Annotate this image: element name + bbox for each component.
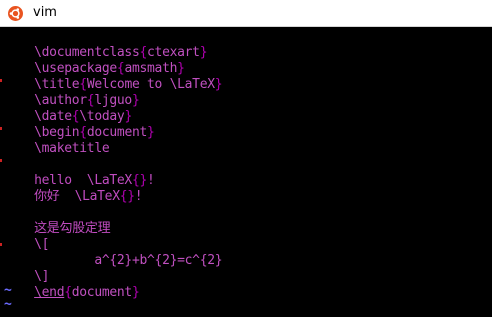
latex-command: \maketitle: [34, 141, 110, 156]
window-title: vim: [33, 5, 57, 20]
gutter-marker: [0, 127, 2, 130]
gutter-marker: [0, 159, 2, 162]
code-line[interactable]: \title{Welcome to \LaTeX}: [4, 61, 222, 92]
brace: }: [147, 125, 155, 140]
code-line[interactable]: hello \LaTeX{}!: [4, 157, 155, 188]
gutter-marker: [0, 243, 2, 246]
code-line[interactable]: a^{2}+b^{2}=c^{2}: [4, 237, 222, 268]
code-line[interactable]: \begin{document}: [4, 109, 155, 140]
code-line[interactable]: \documentclass{ctexart}: [4, 29, 207, 60]
code-line[interactable]: 你好 \LaTeX{}!: [4, 173, 143, 204]
empty-line-tilde: ~: [4, 297, 12, 312]
math-expression: a^{2}+b^{2}=c^{2}: [34, 253, 223, 268]
code-line[interactable]: \maketitle: [4, 125, 110, 156]
code-line[interactable]: 这是勾股定理: [4, 205, 111, 236]
brace: }: [199, 45, 208, 60]
code-line[interactable]: \usepackage{amsmath}: [4, 45, 185, 76]
argument: document: [71, 285, 133, 300]
code-line[interactable]: \end{document}: [4, 269, 140, 300]
latex-command: \end: [34, 285, 65, 300]
code-line[interactable]: \date{\today}: [4, 93, 132, 124]
brace: }: [131, 285, 140, 300]
code-line[interactable]: \[: [4, 221, 49, 252]
brace: }: [131, 93, 140, 108]
brace: }: [127, 189, 135, 204]
text-run: 你好 \LaTeX: [34, 189, 120, 204]
ubuntu-logo-icon: [8, 6, 23, 21]
vim-editor-buffer[interactable]: \documentclass{ctexart} \usepackage{amsm…: [0, 27, 492, 312]
brace: }: [214, 77, 223, 92]
gutter-marker: [0, 79, 2, 82]
text-run: !: [134, 189, 143, 204]
code-line[interactable]: \author{ljguo}: [4, 77, 140, 108]
title-bar: vim: [0, 0, 492, 27]
brace: {: [64, 285, 72, 300]
code-line[interactable]: \]: [4, 253, 49, 284]
text-run: !: [147, 173, 155, 188]
